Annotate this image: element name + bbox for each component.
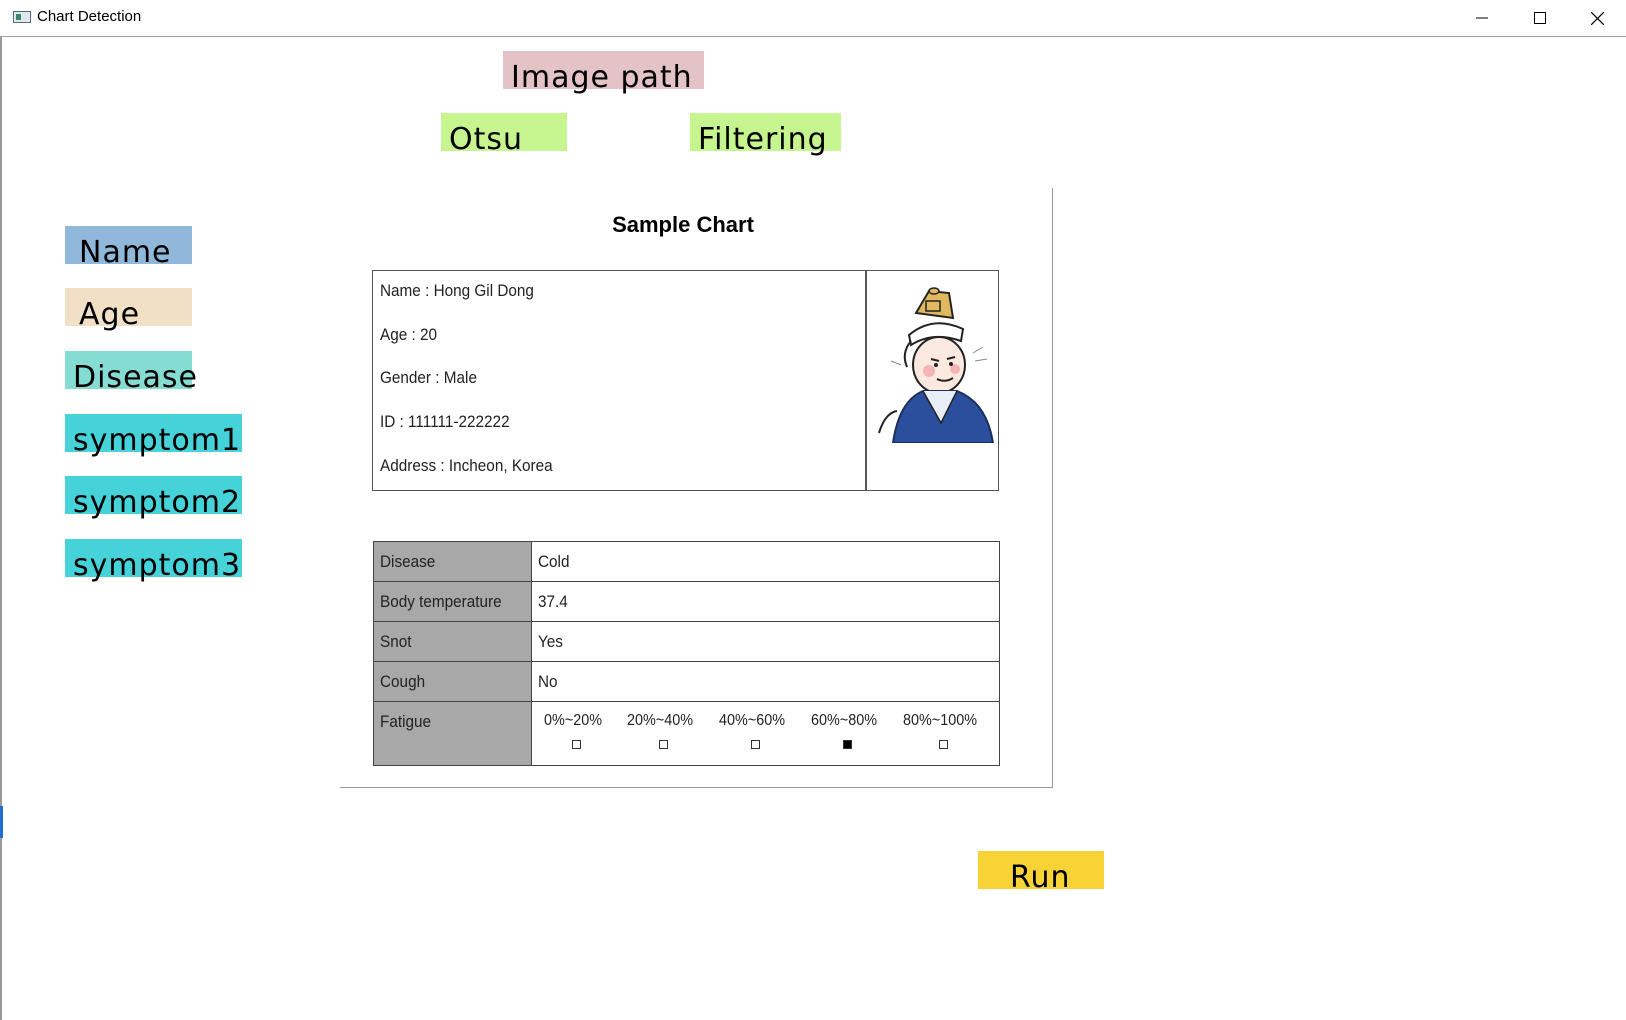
fatigue-option: 40%~60% xyxy=(719,712,792,749)
checkbox-icon xyxy=(842,740,852,749)
checkbox-icon xyxy=(939,740,949,749)
disease-label: Disease xyxy=(73,360,198,395)
window-left-highlight xyxy=(0,806,3,838)
info-name: Name : Hong Gil Dong xyxy=(380,281,534,300)
run-button[interactable]: Run xyxy=(978,851,1104,893)
symptom-table: Disease Cold Body temperature 37.4 Snot … xyxy=(373,541,1000,766)
table-value: Yes xyxy=(531,621,1000,662)
table-row: Disease Cold xyxy=(373,541,1000,582)
symptom1-label: symptom1 xyxy=(73,423,242,458)
info-divider xyxy=(865,271,867,490)
filtering-button[interactable]: Filtering xyxy=(690,113,841,155)
table-key: Snot xyxy=(373,621,532,662)
age-label: Age xyxy=(79,297,141,332)
minimize-button[interactable] xyxy=(1453,0,1511,36)
close-button[interactable] xyxy=(1568,0,1626,36)
maximize-icon xyxy=(1534,12,1546,24)
patient-portrait xyxy=(878,287,995,443)
maximize-button[interactable] xyxy=(1511,0,1569,36)
patient-info-box: Name : Hong Gil Dong Age : 20 Gender : M… xyxy=(372,270,999,491)
image-path-label: Image path xyxy=(511,60,693,95)
symptom2-label: symptom2 xyxy=(73,485,242,520)
checkbox-icon xyxy=(659,740,669,749)
symptom2-button[interactable]: symptom2 xyxy=(65,476,242,518)
fatigue-row: Fatigue 0%~20% 20%~40% 40%~60% 60%~80% 8… xyxy=(373,701,1000,766)
run-label: Run xyxy=(1010,860,1071,895)
fatigue-options: 0%~20% 20%~40% 40%~60% 60%~80% 80%~100% xyxy=(531,701,1000,766)
info-id: ID : 111111-222222 xyxy=(380,412,510,431)
info-address: Address : Incheon, Korea xyxy=(380,456,553,475)
table-value: Cold xyxy=(531,541,1000,582)
symptom3-label: symptom3 xyxy=(73,548,242,583)
table-key: Disease xyxy=(373,541,532,582)
table-key: Fatigue xyxy=(373,701,532,766)
table-key: Body temperature xyxy=(373,581,532,622)
table-value: No xyxy=(531,661,1000,702)
disease-button[interactable]: Disease xyxy=(65,351,197,393)
age-button[interactable]: Age xyxy=(65,288,192,330)
info-age: Age : 20 xyxy=(380,325,437,344)
table-key: Cough xyxy=(373,661,532,702)
name-button[interactable]: Name xyxy=(65,226,192,268)
filtering-label: Filtering xyxy=(698,122,828,157)
window-title: Chart Detection xyxy=(37,8,142,25)
minimize-icon xyxy=(1476,17,1488,19)
image-path-button[interactable]: Image path xyxy=(503,51,704,93)
symptom3-button[interactable]: symptom3 xyxy=(65,539,242,581)
symptom1-button[interactable]: symptom1 xyxy=(65,414,242,456)
name-label: Name xyxy=(79,235,172,270)
close-icon xyxy=(1590,11,1604,25)
chart-image-preview: Sample Chart Name : Hong Gil Dong Age : … xyxy=(340,188,1053,788)
title-bar: Chart Detection xyxy=(0,0,1626,37)
table-row: Snot Yes xyxy=(373,621,1000,662)
otsu-button[interactable]: Otsu xyxy=(441,113,567,155)
table-row: Body temperature 37.4 xyxy=(373,581,1000,622)
window-left-border xyxy=(0,37,2,1020)
table-row: Cough No xyxy=(373,661,1000,702)
document-title: Sample Chart xyxy=(612,212,754,237)
fatigue-option: 0%~20% xyxy=(544,712,609,749)
app-icon xyxy=(13,11,31,23)
checkbox-icon xyxy=(571,740,581,749)
fatigue-option: 20%~40% xyxy=(627,712,700,749)
fatigue-option: 80%~100% xyxy=(903,712,985,749)
table-value: 37.4 xyxy=(531,581,1000,622)
otsu-label: Otsu xyxy=(449,122,524,157)
fatigue-option: 60%~80% xyxy=(811,712,884,749)
checkbox-icon xyxy=(751,740,761,749)
info-gender: Gender : Male xyxy=(380,368,477,387)
